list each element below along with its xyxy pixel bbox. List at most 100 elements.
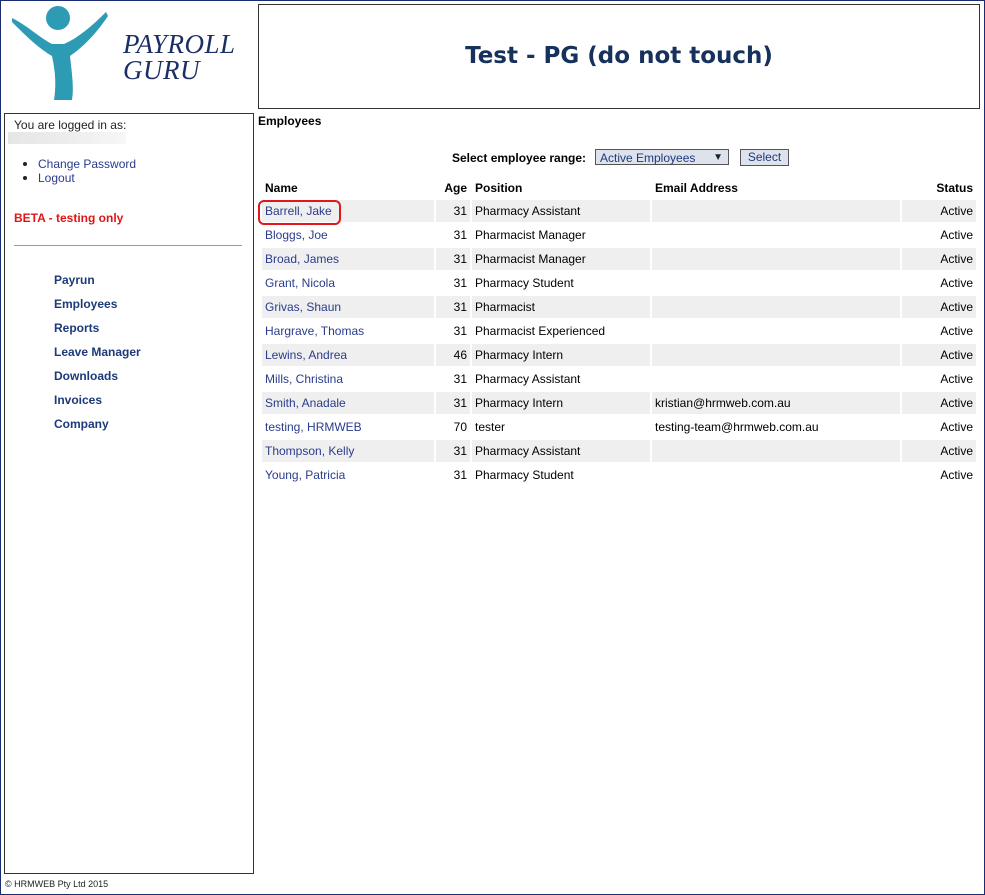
employee-status: Active xyxy=(940,468,973,482)
employee-position: Pharmacist xyxy=(472,296,650,318)
employee-position: Pharmacy Assistant xyxy=(472,200,650,222)
employee-name-link[interactable]: Lewins, Andrea xyxy=(265,348,347,362)
table-header-row: Name Age Position Email Address Status xyxy=(262,178,976,198)
employee-age: 31 xyxy=(453,468,467,482)
nav-item-downloads[interactable]: Downloads xyxy=(54,369,118,383)
employee-age: 46 xyxy=(436,344,470,366)
employee-name-link[interactable]: testing, HRMWEB xyxy=(265,420,362,434)
table-row: Mills, Christina 31 Pharmacy Assistant A… xyxy=(262,368,976,390)
change-password-link[interactable]: Change Password xyxy=(38,157,136,171)
employee-name-cell: Thompson, Kelly xyxy=(262,440,434,462)
employee-status: Active xyxy=(940,228,973,242)
table-row: Bloggs, Joe 31 Pharmacist Manager Active xyxy=(262,224,976,246)
employee-age: 31 xyxy=(436,200,470,222)
employee-status: Active xyxy=(940,372,973,386)
nav-item-payrun[interactable]: Payrun xyxy=(54,273,95,287)
employee-name-cell: Lewins, Andrea xyxy=(262,344,434,366)
employee-email: kristian@hrmweb.com.au xyxy=(652,392,900,414)
dropdown-arrow-icon: ▼ xyxy=(713,152,723,163)
column-header-status[interactable]: Status xyxy=(902,178,976,198)
employee-name-link[interactable]: Smith, Anadale xyxy=(265,396,346,410)
employee-status: Active xyxy=(940,420,973,434)
table-row: Grant, Nicola 31 Pharmacy Student Active xyxy=(262,272,976,294)
employee-email xyxy=(652,344,900,366)
employee-age: 70 xyxy=(453,420,467,434)
employee-age: 31 xyxy=(453,372,467,386)
employee-age: 31 xyxy=(436,392,470,414)
column-header-age[interactable]: Age xyxy=(436,178,470,198)
employee-name-link[interactable]: Thompson, Kelly xyxy=(265,444,354,458)
column-header-email[interactable]: Email Address xyxy=(652,178,900,198)
logout-link[interactable]: Logout xyxy=(38,171,75,185)
nav-item-employees[interactable]: Employees xyxy=(54,297,117,311)
range-select-value: Active Employees xyxy=(600,151,696,165)
employee-age: 31 xyxy=(436,440,470,462)
employee-status: Active xyxy=(940,276,973,290)
employee-name-link[interactable]: Grivas, Shaun xyxy=(265,300,341,314)
employee-age: 31 xyxy=(453,228,467,242)
employee-email xyxy=(652,320,900,342)
table-row: Lewins, Andrea 46 Pharmacy Intern Active xyxy=(262,344,976,366)
table-row: Smith, Anadale 31 Pharmacy Intern kristi… xyxy=(262,392,976,414)
nav-item-company[interactable]: Company xyxy=(54,417,109,431)
beta-notice: BETA - testing only xyxy=(14,211,124,225)
employee-age: 31 xyxy=(436,296,470,318)
header-banner: Test - PG (do not touch) xyxy=(258,4,980,109)
employee-position: Pharmacist Manager xyxy=(475,228,586,242)
employee-email xyxy=(652,464,900,486)
employee-name-link[interactable]: Mills, Christina xyxy=(265,372,343,386)
employee-age: 31 xyxy=(436,248,470,270)
account-link-item: Change Password xyxy=(23,157,136,171)
logo-line-1: PAYROLL xyxy=(123,29,236,59)
employee-age: 31 xyxy=(453,276,467,290)
employee-name-cell: Grivas, Shaun xyxy=(262,296,434,318)
nav-item-invoices[interactable]: Invoices xyxy=(54,393,102,407)
employee-name-link[interactable]: Grant, Nicola xyxy=(265,276,335,290)
company-title: Test - PG (do not touch) xyxy=(465,43,773,69)
employee-status: Active xyxy=(902,296,976,318)
employee-name-link[interactable]: Hargrave, Thomas xyxy=(265,324,364,338)
nav-item-leave-manager[interactable]: Leave Manager xyxy=(54,345,141,359)
employee-name-link[interactable]: Young, Patricia xyxy=(265,468,345,482)
sidebar: You are logged in as: Change Password Lo… xyxy=(4,113,254,874)
employee-position: Pharmacy Intern xyxy=(472,344,650,366)
employee-email xyxy=(652,368,900,390)
employee-position: Pharmacy Student xyxy=(475,468,574,482)
employee-name-cell: Mills, Christina xyxy=(262,368,434,390)
column-header-position[interactable]: Position xyxy=(472,178,650,198)
employee-status: Active xyxy=(902,344,976,366)
employee-status: Active xyxy=(940,324,973,338)
employee-email: testing-team@hrmweb.com.au xyxy=(655,420,819,434)
bullet-icon xyxy=(23,162,27,166)
employee-name-cell: Smith, Anadale xyxy=(262,392,434,414)
nav-item-reports[interactable]: Reports xyxy=(54,321,99,335)
employee-name-cell: Grant, Nicola xyxy=(262,272,434,294)
payroll-guru-logo[interactable]: PAYROLL GURU xyxy=(10,4,245,104)
employee-name-cell: Hargrave, Thomas xyxy=(262,320,434,342)
employee-range-select[interactable]: Active Employees ▼ xyxy=(595,149,729,165)
employee-email xyxy=(652,200,900,222)
employee-status: Active xyxy=(902,392,976,414)
page-title: Employees xyxy=(258,114,322,128)
employee-email xyxy=(652,224,900,246)
employee-position: Pharmacy Intern xyxy=(472,392,650,414)
employee-email xyxy=(652,248,900,270)
employee-position: tester xyxy=(475,420,506,434)
employee-name-cell: testing, HRMWEB xyxy=(262,416,434,438)
employee-position: Pharmacy Student xyxy=(475,276,574,290)
select-button[interactable]: Select xyxy=(740,149,789,166)
employee-name-cell: Young, Patricia xyxy=(262,464,434,486)
account-link-item: Logout xyxy=(23,171,136,185)
employee-status: Active xyxy=(902,200,976,222)
footer-copyright: © HRMWEB Pty Ltd 2015 xyxy=(5,879,109,889)
employee-email xyxy=(652,296,900,318)
employees-table: Name Age Position Email Address Status B… xyxy=(260,176,978,488)
redacted-username xyxy=(8,132,126,144)
column-header-name[interactable]: Name xyxy=(262,178,434,198)
employee-position: Pharmacy Assistant xyxy=(472,440,650,462)
person-figure-icon xyxy=(12,6,108,100)
employee-name-link[interactable]: Bloggs, Joe xyxy=(265,228,328,242)
logo-line-2: GURU xyxy=(123,55,200,85)
employee-email xyxy=(652,440,900,462)
employee-name-link[interactable]: Broad, James xyxy=(265,252,339,266)
